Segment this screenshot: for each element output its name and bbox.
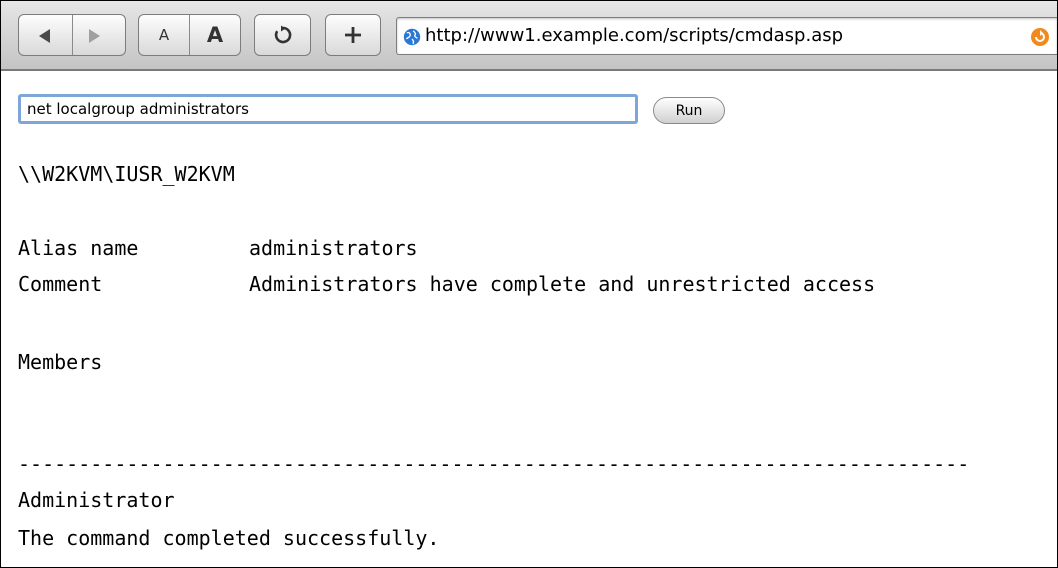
command-input[interactable]	[18, 94, 638, 124]
back-arrow-icon[interactable]	[39, 29, 50, 43]
globe-icon	[403, 28, 421, 46]
nav-button-group	[18, 14, 126, 56]
forward-arrow-icon[interactable]	[89, 29, 100, 43]
output-comment-value: Administrators have complete and unrestr…	[249, 272, 876, 296]
output-member: Administrator	[18, 488, 175, 512]
output-members-heading: Members	[18, 350, 103, 374]
decrease-text-size-button[interactable]: A	[139, 15, 189, 55]
text-size-button-group: A A	[138, 14, 241, 56]
output-user-line: \\W2KVM\IUSR_W2KVM	[18, 162, 235, 186]
increase-text-size-button[interactable]: A	[190, 15, 240, 55]
output-comment-key: Comment	[18, 272, 103, 296]
browser-toolbar: A A http://www1.example.com/scripts/cmda…	[1, 1, 1057, 71]
output-alias-value: administrators	[249, 236, 418, 260]
browser-window: A A http://www1.example.com/scripts/cmda…	[0, 0, 1058, 568]
plus-icon	[345, 27, 361, 43]
snapback-icon[interactable]	[1030, 27, 1050, 47]
address-bar[interactable]: http://www1.example.com/scripts/cmdasp.a…	[396, 17, 1057, 55]
reload-button[interactable]	[254, 14, 311, 56]
run-button[interactable]: Run	[653, 97, 725, 124]
output-alias-key: Alias name	[18, 236, 139, 260]
output-separator: ----------------------------------------…	[18, 452, 970, 476]
reload-icon	[274, 25, 291, 44]
nav-divider	[72, 15, 73, 55]
output-status: The command completed successfully.	[18, 526, 440, 550]
page-content: Run \\W2KVM\IUSR_W2KVM Alias name admini…	[1, 71, 1057, 567]
url-text: http://www1.example.com/scripts/cmdasp.a…	[425, 25, 844, 46]
add-bookmark-button[interactable]	[325, 14, 381, 56]
